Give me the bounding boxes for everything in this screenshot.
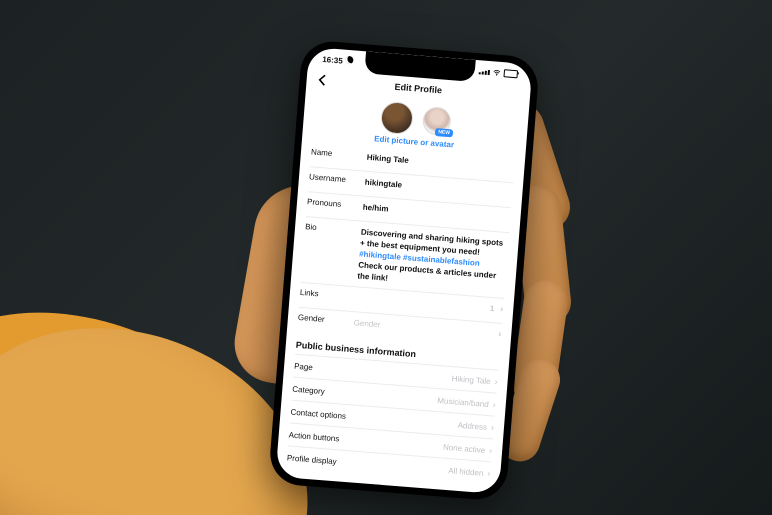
field-label: Pronouns	[307, 197, 364, 210]
field-label: Bio	[305, 222, 362, 235]
field-value: Discovering and sharing hiking spots + t…	[357, 227, 509, 293]
profile-photo[interactable]	[380, 101, 414, 135]
row-label: Action buttons	[288, 430, 339, 443]
field-label: Gender	[298, 313, 355, 326]
back-button[interactable]	[316, 74, 329, 89]
row-label: Page	[294, 361, 313, 371]
chevron-right-icon: ›	[487, 468, 491, 478]
chevron-right-icon: ›	[489, 445, 493, 455]
chevron-right-icon: ›	[500, 304, 504, 315]
chevron-right-icon: ›	[492, 399, 496, 409]
chevron-right-icon: ›	[491, 422, 495, 432]
phone-frame: 16:35 Edit Profile NEW	[268, 39, 540, 501]
gender-placeholder: Gender	[353, 317, 380, 330]
row-value: Address	[457, 420, 487, 431]
row-label: Contact options	[290, 407, 346, 420]
screen: 16:35 Edit Profile NEW	[275, 47, 532, 494]
row-value: All hidden	[448, 466, 484, 478]
field-value: Hiking Tale	[366, 152, 514, 175]
field-value: he/him	[362, 202, 510, 225]
row-value: None active	[443, 442, 486, 454]
signal-icon	[479, 69, 490, 75]
links-count: 1	[489, 303, 494, 314]
row-value: Musician/band	[437, 396, 489, 409]
nav-title: Edit Profile	[394, 82, 442, 96]
row-value: Hiking Tale	[451, 374, 491, 386]
status-time: 16:35	[322, 54, 354, 66]
chevron-right-icon: ›	[494, 376, 498, 386]
chevron-right-icon: ›	[498, 329, 502, 340]
field-label: Name	[311, 147, 368, 160]
row-label: Profile display	[287, 453, 337, 466]
wifi-icon	[493, 68, 502, 77]
row-label: Category	[292, 384, 325, 396]
avatar-option[interactable]: NEW	[422, 106, 452, 136]
field-value: hikingtale	[364, 177, 512, 200]
field-label: Links	[300, 288, 357, 301]
battery-icon	[503, 69, 518, 78]
new-badge: NEW	[435, 128, 453, 137]
dnd-moon-icon	[346, 56, 355, 65]
field-label: Username	[309, 172, 366, 185]
